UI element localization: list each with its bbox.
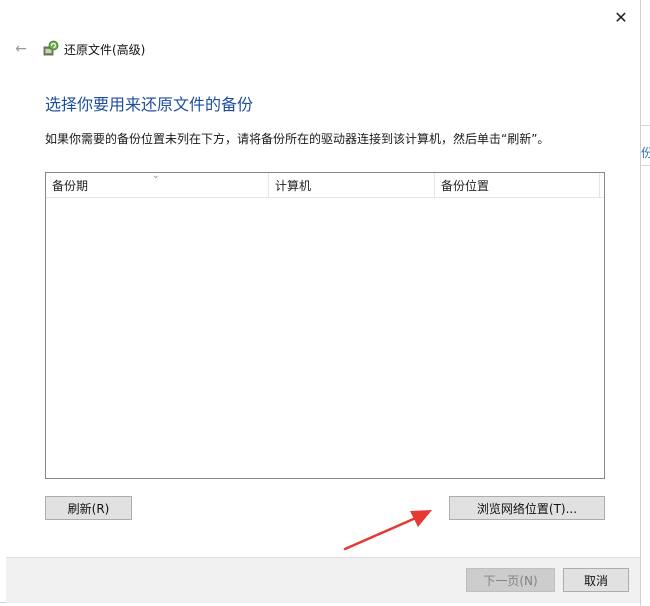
cancel-button[interactable]: 取消 [563, 568, 629, 592]
annotation-arrow-icon [343, 510, 432, 551]
list-header: ⌄ 备份期 计算机 备份位置 [46, 171, 604, 198]
backup-list[interactable]: ⌄ 备份期 计算机 备份位置 [45, 171, 605, 479]
backup-restore-icon [43, 40, 59, 56]
back-button[interactable]: ← [10, 39, 32, 59]
refresh-button[interactable]: 刷新(R) [45, 496, 132, 520]
column-label: 备份期 [52, 179, 89, 193]
background-divider [641, 165, 650, 166]
close-icon: ✕ [614, 7, 628, 27]
browse-network-location-button[interactable]: 浏览网络位置(T)... [449, 496, 605, 520]
column-header-backup-location[interactable]: 备份位置 [435, 173, 600, 198]
instruction-text: 如果你需要的备份位置未列在下方，请将备份所在的驱动器连接到该计算机，然后单击“刷… [45, 132, 550, 146]
restore-files-dialog: ✕ ← 还原文件(高级) 选择你要用来还原文件的备份 如果你需要的备份位置未列在… [0, 0, 641, 603]
page-heading: 选择你要用来还原文件的备份 [45, 95, 254, 114]
column-header-computer[interactable]: 计算机 [269, 173, 435, 198]
sort-indicator-icon: ⌄ [152, 171, 160, 181]
next-button: 下一页(N) [466, 568, 555, 592]
column-label: 备份位置 [441, 179, 490, 193]
column-label: 计算机 [275, 179, 312, 193]
close-button[interactable]: ✕ [608, 4, 634, 30]
dialog-title: 还原文件(高级) [64, 43, 146, 57]
background-divider [641, 125, 650, 126]
background-window-text: 份 [641, 146, 650, 160]
back-arrow-icon: ← [15, 41, 27, 57]
column-header-backup-date[interactable]: ⌄ 备份期 [46, 171, 269, 198]
background-window [640, 0, 650, 606]
